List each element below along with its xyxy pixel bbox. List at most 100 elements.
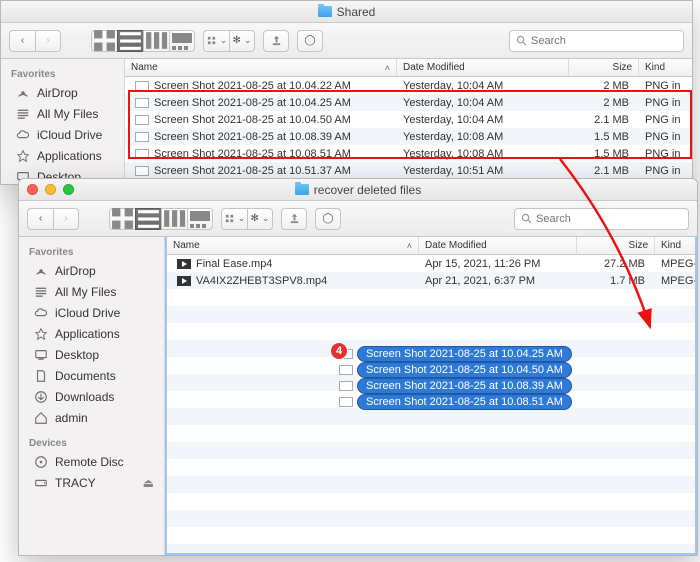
file-row[interactable]: Screen Shot 2021-08-25 at 10.04.25 AMYes… — [125, 94, 692, 111]
col-size[interactable]: Size — [569, 59, 639, 76]
sidebar-item-desktop[interactable]: Desktop — [19, 344, 164, 365]
docs-icon — [33, 369, 48, 383]
sidebar-item-label: Remote Disc — [55, 455, 124, 469]
titlebar: recover deleted files — [19, 179, 697, 201]
file-date: Yesterday, 10:08 AM — [397, 131, 569, 143]
col-kind[interactable]: Kind — [639, 59, 692, 76]
empty-row — [167, 544, 695, 553]
empty-row — [167, 476, 695, 493]
file-date: Yesterday, 10:04 AM — [397, 97, 569, 109]
search-input[interactable] — [531, 35, 677, 47]
search-field[interactable] — [509, 30, 684, 52]
view-icons-button[interactable] — [109, 208, 135, 230]
minimize-button[interactable] — [45, 184, 56, 195]
sidebar-item-icloud-drive[interactable]: iCloud Drive — [1, 124, 124, 145]
home-icon — [33, 411, 48, 425]
file-kind: PNG in — [639, 165, 692, 177]
view-columns-button[interactable] — [161, 208, 187, 230]
sidebar-item-applications[interactable]: Applications — [1, 145, 124, 166]
file-kind: PNG in — [639, 131, 692, 143]
sidebar-item-documents[interactable]: Documents — [19, 365, 164, 386]
sidebar-item-applications[interactable]: Applications — [19, 323, 164, 344]
col-name[interactable]: Name — [125, 59, 397, 76]
forward-button[interactable]: › — [35, 30, 61, 52]
file-kind: PNG in — [639, 114, 692, 126]
sidebar-item-airdrop[interactable]: AirDrop — [1, 82, 124, 103]
view-gallery-button[interactable] — [169, 30, 195, 52]
arrange-button[interactable] — [203, 30, 229, 52]
col-name[interactable]: Name — [167, 237, 419, 254]
file-row[interactable]: VA4IX2ZHEBT3SPV8.mp4Apr 21, 2021, 6:37 P… — [167, 272, 695, 289]
zoom-button[interactable] — [63, 184, 74, 195]
share-button[interactable] — [263, 30, 289, 52]
view-icons-button[interactable] — [91, 30, 117, 52]
col-date[interactable]: Date Modified — [419, 237, 577, 254]
search-field[interactable] — [514, 208, 689, 230]
file-kind: PNG in — [639, 148, 692, 160]
file-row[interactable]: Screen Shot 2021-08-25 at 10.04.50 AM Yes… — [125, 111, 692, 128]
tags-button[interactable]: ◯ — [315, 208, 341, 230]
empty-row — [167, 408, 695, 425]
sidebar-item-label: iCloud Drive — [37, 128, 102, 142]
sidebar-item-remote-disc[interactable]: Remote Disc — [19, 451, 164, 472]
file-row[interactable]: Final Ease.mp4Apr 15, 2021, 11:26 PM27.2… — [167, 255, 695, 272]
file-row[interactable]: Screen Shot 2021-08-25 at 10.51.37 AMYes… — [125, 162, 692, 179]
empty-row — [167, 289, 695, 306]
sidebar: Favorites AirDropAll My FilesiCloud Driv… — [19, 237, 165, 555]
sidebar-item-tracy[interactable]: TRACY⏏ — [19, 472, 164, 493]
share-button[interactable] — [281, 208, 307, 230]
gear-icon: ✻ — [251, 213, 259, 224]
sidebar-item-admin[interactable]: admin — [19, 407, 164, 428]
forward-button[interactable]: › — [53, 208, 79, 230]
sidebar-item-downloads[interactable]: Downloads — [19, 386, 164, 407]
col-size[interactable]: Size — [577, 237, 655, 254]
file-date: Yesterday, 10:04 AM — [397, 114, 569, 126]
view-list-button[interactable] — [117, 30, 143, 52]
sidebar-item-all-my-files[interactable]: All My Files — [1, 103, 124, 124]
sidebar-section-devices: Devices — [19, 434, 164, 451]
file-thumb-icon — [135, 115, 149, 125]
file-size: 1.5 MB — [569, 131, 639, 143]
file-kind: PNG in — [639, 97, 692, 109]
file-row[interactable]: Screen Shot 2021-08-25 at 10.08.39 AMYes… — [125, 128, 692, 145]
view-gallery-button[interactable] — [187, 208, 213, 230]
empty-row — [167, 527, 695, 544]
col-date[interactable]: Date Modified — [397, 59, 569, 76]
sidebar-item-label: Downloads — [55, 390, 114, 404]
back-button[interactable]: ‹ — [27, 208, 53, 230]
arrange-button[interactable] — [221, 208, 247, 230]
view-columns-button[interactable] — [143, 30, 169, 52]
empty-row — [167, 374, 695, 391]
sidebar-item-icloud-drive[interactable]: iCloud Drive — [19, 302, 164, 323]
toolbar: ‹ › ✻ ◯ — [19, 201, 697, 237]
back-button[interactable]: ‹ — [9, 30, 35, 52]
empty-row — [167, 493, 695, 510]
close-button[interactable] — [27, 184, 38, 195]
action-button[interactable]: ✻ — [229, 30, 255, 52]
file-date: Apr 21, 2021, 6:37 PM — [419, 275, 577, 287]
arrange-group: ✻ — [221, 208, 273, 230]
file-thumb-icon — [177, 276, 191, 286]
sidebar-item-all-my-files[interactable]: All My Files — [19, 281, 164, 302]
file-name: Screen Shot 2021-08-25 at 10.08.51 AM — [154, 148, 351, 160]
file-thumb-icon — [135, 132, 149, 142]
empty-row — [167, 323, 695, 340]
view-list-button[interactable] — [135, 208, 161, 230]
search-input[interactable] — [536, 213, 682, 225]
sidebar-item-label: AirDrop — [37, 86, 78, 100]
sidebar-item-label: Applications — [37, 149, 102, 163]
sidebar-item-airdrop[interactable]: AirDrop — [19, 260, 164, 281]
file-row[interactable]: Screen Shot 2021-08-25 at 10.04.22 AMYes… — [125, 77, 692, 94]
tags-button[interactable]: ◯ — [297, 30, 323, 52]
file-row[interactable]: Screen Shot 2021-08-25 at 10.08.51 AMYes… — [125, 145, 692, 162]
file-size: 1.7 MB — [577, 275, 655, 287]
file-thumb-icon — [135, 149, 149, 159]
file-size: 2.1 MB — [569, 165, 639, 177]
desktop-icon — [33, 348, 48, 362]
empty-row — [167, 357, 695, 374]
col-kind[interactable]: Kind — [655, 237, 695, 254]
allfiles-icon — [15, 107, 30, 121]
file-name: Screen Shot 2021-08-25 at 10.04.50 AM — [154, 114, 351, 126]
eject-icon[interactable]: ⏏ — [143, 476, 154, 490]
action-button[interactable]: ✻ — [247, 208, 273, 230]
